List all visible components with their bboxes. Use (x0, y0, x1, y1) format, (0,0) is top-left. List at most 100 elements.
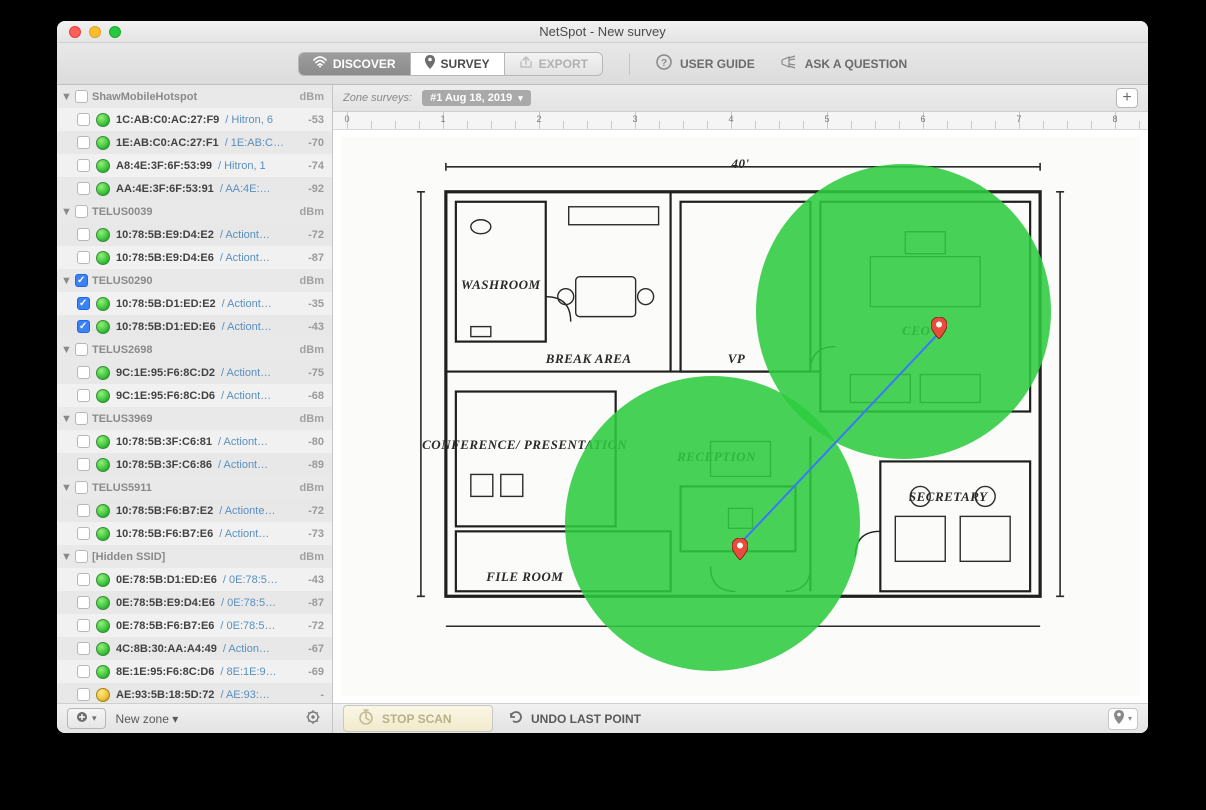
group-checkbox[interactable] (75, 343, 88, 356)
user-guide-button[interactable]: ? USER GUIDE (656, 54, 755, 73)
network-row[interactable]: 9C:1E:95:F6:8C:D2 / Actiont…-75 (57, 361, 332, 384)
fp-room-reception: RECEPTION (677, 449, 756, 465)
network-row[interactable]: 1C:AB:C0:AC:27:F9 / Hitron, 6-53 (57, 108, 332, 131)
network-row[interactable]: 10:78:5B:F6:B7:E2 / Actionte…-72 (57, 499, 332, 522)
signal-value: -87 (290, 252, 324, 264)
disclosure-triangle-icon[interactable]: ▼ (61, 482, 71, 494)
disclosure-triangle-icon[interactable]: ▼ (61, 344, 71, 356)
survey-label: SURVEY (441, 57, 490, 71)
row-checkbox[interactable] (77, 389, 90, 402)
network-row[interactable]: 1E:AB:C0:AC:27:F1 / 1E:AB:C…-70 (57, 131, 332, 154)
row-checkbox[interactable] (77, 596, 90, 609)
row-checkbox[interactable] (77, 665, 90, 678)
signal-dot-icon (96, 366, 110, 380)
group-checkbox[interactable] (75, 481, 88, 494)
signal-dot-icon (96, 688, 110, 702)
network-row[interactable]: 10:78:5B:3F:C6:81 / Actiont…-80 (57, 430, 332, 453)
signal-dot-icon (96, 182, 110, 196)
row-checkbox[interactable] (77, 136, 90, 149)
disclosure-triangle-icon[interactable]: ▼ (61, 413, 71, 425)
row-checkbox[interactable] (77, 619, 90, 632)
network-row[interactable]: 10:78:5B:D1:ED:E6 / Actiont…-43 (57, 315, 332, 338)
zoom-window-button[interactable] (109, 26, 121, 38)
close-window-button[interactable] (69, 26, 81, 38)
row-checkbox[interactable] (77, 251, 90, 264)
row-checkbox[interactable] (77, 320, 90, 333)
zone-dropdown[interactable]: New zone ▾ (116, 712, 296, 726)
network-list[interactable]: ▼ShawMobileHotspotdBm1C:AB:C0:AC:27:F9 /… (57, 85, 332, 703)
network-group[interactable]: ▼TELUS5911dBm (57, 476, 332, 499)
network-row[interactable]: 4C:8B:30:AA:A4:49 / Action…-67 (57, 637, 332, 660)
row-checkbox[interactable] (77, 642, 90, 655)
ruler-number: 2 (536, 114, 541, 124)
network-row[interactable]: AA:4E:3F:6F:53:91 / AA:4E:…-92 (57, 177, 332, 200)
group-checkbox[interactable] (75, 90, 88, 103)
signal-dot-icon (96, 228, 110, 242)
mac-address: AA:4E:3F:6F:53:91 (116, 183, 214, 195)
group-checkbox[interactable] (75, 274, 88, 287)
survey-chip[interactable]: #1 Aug 18, 2019 ▾ (422, 90, 531, 106)
disclosure-triangle-icon[interactable]: ▼ (61, 91, 71, 103)
network-row[interactable]: 0E:78:5B:F6:B7:E6 / 0E:78:5…-72 (57, 614, 332, 637)
row-checkbox[interactable] (77, 113, 90, 126)
ask-question-button[interactable]: ASK A QUESTION (781, 55, 907, 72)
network-group[interactable]: ▼TELUS3969dBm (57, 407, 332, 430)
network-row[interactable]: 8E:1E:95:F6:8C:D6 / 8E:1E:9…-69 (57, 660, 332, 683)
network-group[interactable]: ▼TELUS0039dBm (57, 200, 332, 223)
network-group[interactable]: ▼TELUS0290dBm (57, 269, 332, 292)
add-zone-button[interactable]: ▾ (67, 708, 106, 729)
disclosure-triangle-icon[interactable]: ▼ (61, 275, 71, 287)
signal-dot-icon (96, 389, 110, 403)
undo-button[interactable]: UNDO LAST POINT (507, 710, 641, 727)
group-checkbox[interactable] (75, 550, 88, 563)
stop-scan-button[interactable]: STOP SCAN (343, 705, 493, 732)
network-row[interactable]: 10:78:5B:F6:B7:E6 / Actiont…-73 (57, 522, 332, 545)
vendor: / Hitron, 6 (225, 114, 284, 126)
disclosure-triangle-icon[interactable]: ▼ (61, 551, 71, 563)
discover-tab[interactable]: DISCOVER (299, 53, 411, 75)
network-row[interactable]: 10:78:5B:E9:D4:E6 / Actiont…-87 (57, 246, 332, 269)
row-checkbox[interactable] (77, 366, 90, 379)
minimize-window-button[interactable] (89, 26, 101, 38)
row-checkbox[interactable] (77, 688, 90, 701)
row-checkbox[interactable] (77, 573, 90, 586)
locate-button[interactable]: ▾ (1108, 708, 1138, 730)
network-row[interactable]: 10:78:5B:D1:ED:E2 / Actiont…-35 (57, 292, 332, 315)
group-name: TELUS5911 (92, 482, 296, 494)
group-checkbox[interactable] (75, 205, 88, 218)
network-group[interactable]: ▼TELUS2698dBm (57, 338, 332, 361)
network-row[interactable]: 10:78:5B:E9:D4:E2 / Actiont…-72 (57, 223, 332, 246)
network-row[interactable]: AE:93:5B:18:5D:72 / AE:93:…- (57, 683, 332, 703)
row-checkbox[interactable] (77, 159, 90, 172)
network-row[interactable]: A8:4E:3F:6F:53:99 / Hitron, 1-74 (57, 154, 332, 177)
export-tab[interactable]: EXPORT (505, 53, 602, 75)
fp-room-washroom: WASHROOM (461, 277, 541, 293)
network-group[interactable]: ▼[Hidden SSID]dBm (57, 545, 332, 568)
row-checkbox[interactable] (77, 297, 90, 310)
plus-icon (76, 711, 88, 726)
network-row[interactable]: 9C:1E:95:F6:8C:D6 / Actiont…-68 (57, 384, 332, 407)
gear-icon[interactable] (306, 710, 322, 727)
signal-dot-icon (96, 113, 110, 127)
row-checkbox[interactable] (77, 458, 90, 471)
row-checkbox[interactable] (77, 504, 90, 517)
vendor: / Actiont… (220, 229, 284, 241)
map-area[interactable]: 40' WASHROOM BREAK AREA VP CEO CONFERENC… (333, 130, 1148, 703)
dbm-header: dBm (300, 551, 324, 563)
network-row[interactable]: 0E:78:5B:E9:D4:E6 / 0E:78:5…-87 (57, 591, 332, 614)
mac-address: AE:93:5B:18:5D:72 (116, 689, 214, 701)
dbm-header: dBm (300, 206, 324, 218)
network-group[interactable]: ▼ShawMobileHotspotdBm (57, 85, 332, 108)
network-row[interactable]: 10:78:5B:3F:C6:86 / Actiont…-89 (57, 453, 332, 476)
group-checkbox[interactable] (75, 412, 88, 425)
chevron-down-icon: ▾ (518, 93, 523, 104)
add-survey-button[interactable]: + (1116, 88, 1138, 108)
vendor: / Hitron, 1 (218, 160, 284, 172)
network-row[interactable]: 0E:78:5B:D1:ED:E6 / 0E:78:5…-43 (57, 568, 332, 591)
survey-tab[interactable]: SURVEY (411, 53, 505, 75)
row-checkbox[interactable] (77, 527, 90, 540)
row-checkbox[interactable] (77, 228, 90, 241)
row-checkbox[interactable] (77, 435, 90, 448)
row-checkbox[interactable] (77, 182, 90, 195)
disclosure-triangle-icon[interactable]: ▼ (61, 206, 71, 218)
